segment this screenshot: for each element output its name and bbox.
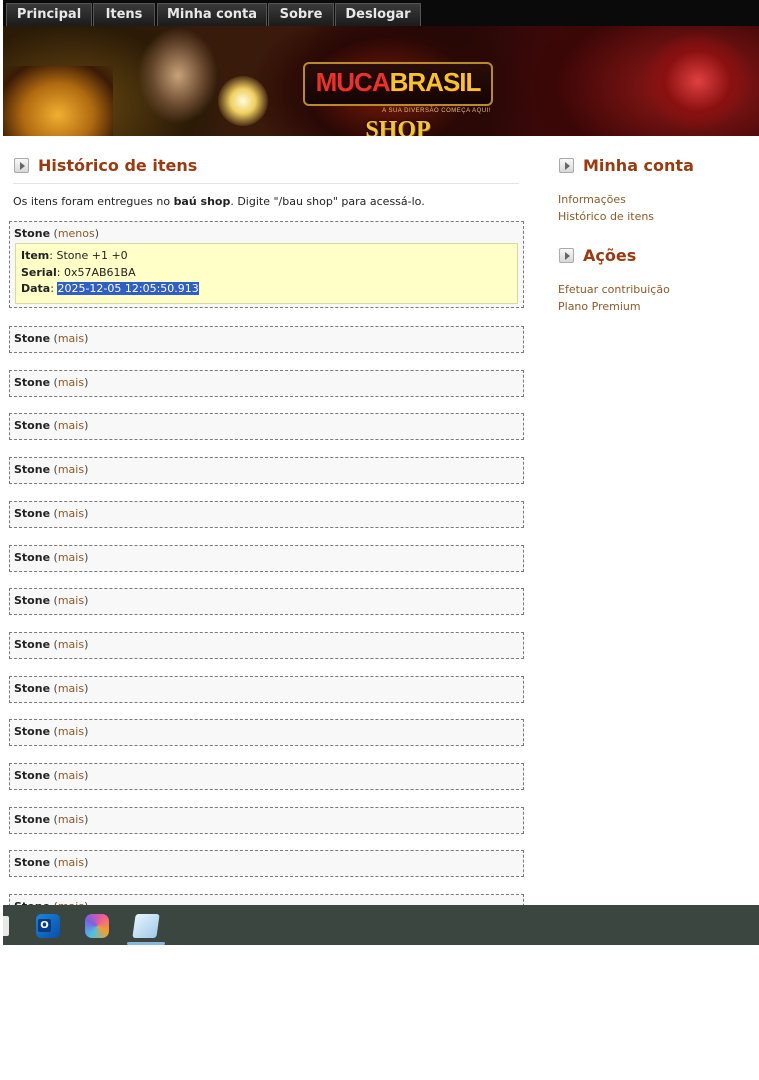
item-entry-collapsed: Stone (mais) [9,719,524,746]
nav-tab-minha-conta[interactable]: Minha conta [157,3,267,26]
expand-toggle-link[interactable]: mais [58,682,84,695]
item-history-heading: Histórico de itens [14,156,314,178]
item-entry-collapsed: Stone (mais) [9,457,524,484]
section-arrow-icon [559,248,574,263]
item-name: Stone [14,332,51,345]
item-entry-collapsed: Stone (mais) [9,632,524,659]
top-navigation: Principal Itens Minha conta Sobre Deslog… [3,0,759,27]
delivery-notice: Os itens foram entregues no baú shop. Di… [13,195,425,208]
detail-date-line: Data: 2025-12-05 12:05:50.913 [21,282,199,295]
sidebar-link-efetuar-contribuicao[interactable]: Efetuar contribuição [558,283,670,296]
item-name: Stone [14,227,51,240]
sidebar-actions-heading: Ações [559,246,759,268]
section-arrow-icon [14,158,29,173]
item-entry-collapsed: Stone (mais) [9,807,524,834]
item-name: Stone [14,769,51,782]
item-entry-collapsed: Stone (mais) [9,676,524,703]
expand-toggle-link[interactable]: mais [58,551,84,564]
magic-glow-image [218,76,268,126]
item-name: Stone [14,725,51,738]
nav-tab-sobre[interactable]: Sobre [268,3,334,26]
expand-toggle-link[interactable]: mais [58,463,84,476]
expand-toggle-link[interactable]: mais [58,813,84,826]
page-title: Histórico de itens [38,156,198,175]
expand-toggle-link[interactable]: mais [58,376,84,389]
expand-toggle-link[interactable]: mais [58,507,84,520]
sidebar-account-heading: Minha conta [559,156,759,178]
item-name: Stone [14,419,51,432]
item-details-box: Item: Stone +1 +0 Serial: 0x57AB61BA Dat… [15,243,518,304]
item-entry-collapsed: Stone (mais) [9,370,524,397]
expand-toggle-link[interactable]: mais [58,856,84,869]
browser-viewport: Principal Itens Minha conta Sobre Deslog… [3,0,759,945]
item-name: Stone [14,682,51,695]
mucabrasil-logo: MUCABRASIL [303,62,493,106]
sidebar-link-informacoes[interactable]: Informações [558,193,626,206]
copilot-icon[interactable] [85,914,109,938]
expand-toggle-link[interactable]: mais [58,725,84,738]
file-icon[interactable] [3,916,9,936]
item-entry-collapsed: Stone (mais) [9,326,524,353]
item-name: Stone [14,551,51,564]
heading-divider [13,183,519,184]
expand-toggle-link[interactable]: mais [58,419,84,432]
item-entry-collapsed: Stone (mais) [9,413,524,440]
item-name: Stone [14,638,51,651]
item-entry-collapsed: Stone (mais) [9,545,524,572]
item-entry-collapsed: Stone (mais) [9,588,524,615]
nav-tab-principal[interactable]: Principal [6,3,92,26]
item-name: Stone [14,856,51,869]
sidebar-link-plano-premium[interactable]: Plano Premium [558,300,641,313]
expand-toggle-link[interactable]: mais [58,638,84,651]
logo-text-muca: MUCA [315,67,391,97]
item-name: Stone [14,813,51,826]
item-entry-collapsed: Stone (mais) [9,850,524,877]
shop-banner: MUCABRASIL A SUA DIVERSÃO COMEÇA AQUI! S… [3,26,759,136]
outlook-icon[interactable]: O [36,914,60,938]
section-arrow-icon [559,158,574,173]
item-entry-collapsed: Stone (mais) [9,501,524,528]
item-name: Stone [14,507,51,520]
sidebar-actions-title: Ações [583,246,637,265]
nav-tab-itens[interactable]: Itens [93,3,155,26]
sidebar-link-historico-itens[interactable]: Histórico de itens [558,210,654,223]
item-entry-collapsed: Stone (mais) [9,763,524,790]
logo-shop-text: SHOP [365,117,431,136]
item-name: Stone [14,594,51,607]
logo-text-brasil: BRASIL [389,67,482,97]
expand-toggle-link[interactable]: mais [58,769,84,782]
notepad-icon[interactable] [132,914,160,938]
expand-toggle-link[interactable]: mais [58,594,84,607]
expand-toggle-link[interactable]: mais [58,332,84,345]
detail-serial-line: Serial: 0x57AB61BA [21,266,136,279]
treasure-chest-image [3,66,113,136]
detail-item-line: Item: Stone +1 +0 [21,249,128,262]
chest-name: baú shop [173,195,231,208]
item-entry-expanded: Stone (menos) Item: Stone +1 +0 Serial: … [9,221,524,308]
red-knight-image [623,26,759,136]
windows-taskbar: O [3,905,759,945]
sidebar-account-title: Minha conta [583,156,694,175]
active-app-indicator [127,942,165,945]
selected-date-text[interactable]: 2025-12-05 12:05:50.913 [57,282,199,295]
item-name: Stone [14,463,51,476]
nav-tab-deslogar[interactable]: Deslogar [335,3,421,26]
collapse-toggle-link[interactable]: menos [58,227,95,240]
item-name: Stone [14,376,51,389]
